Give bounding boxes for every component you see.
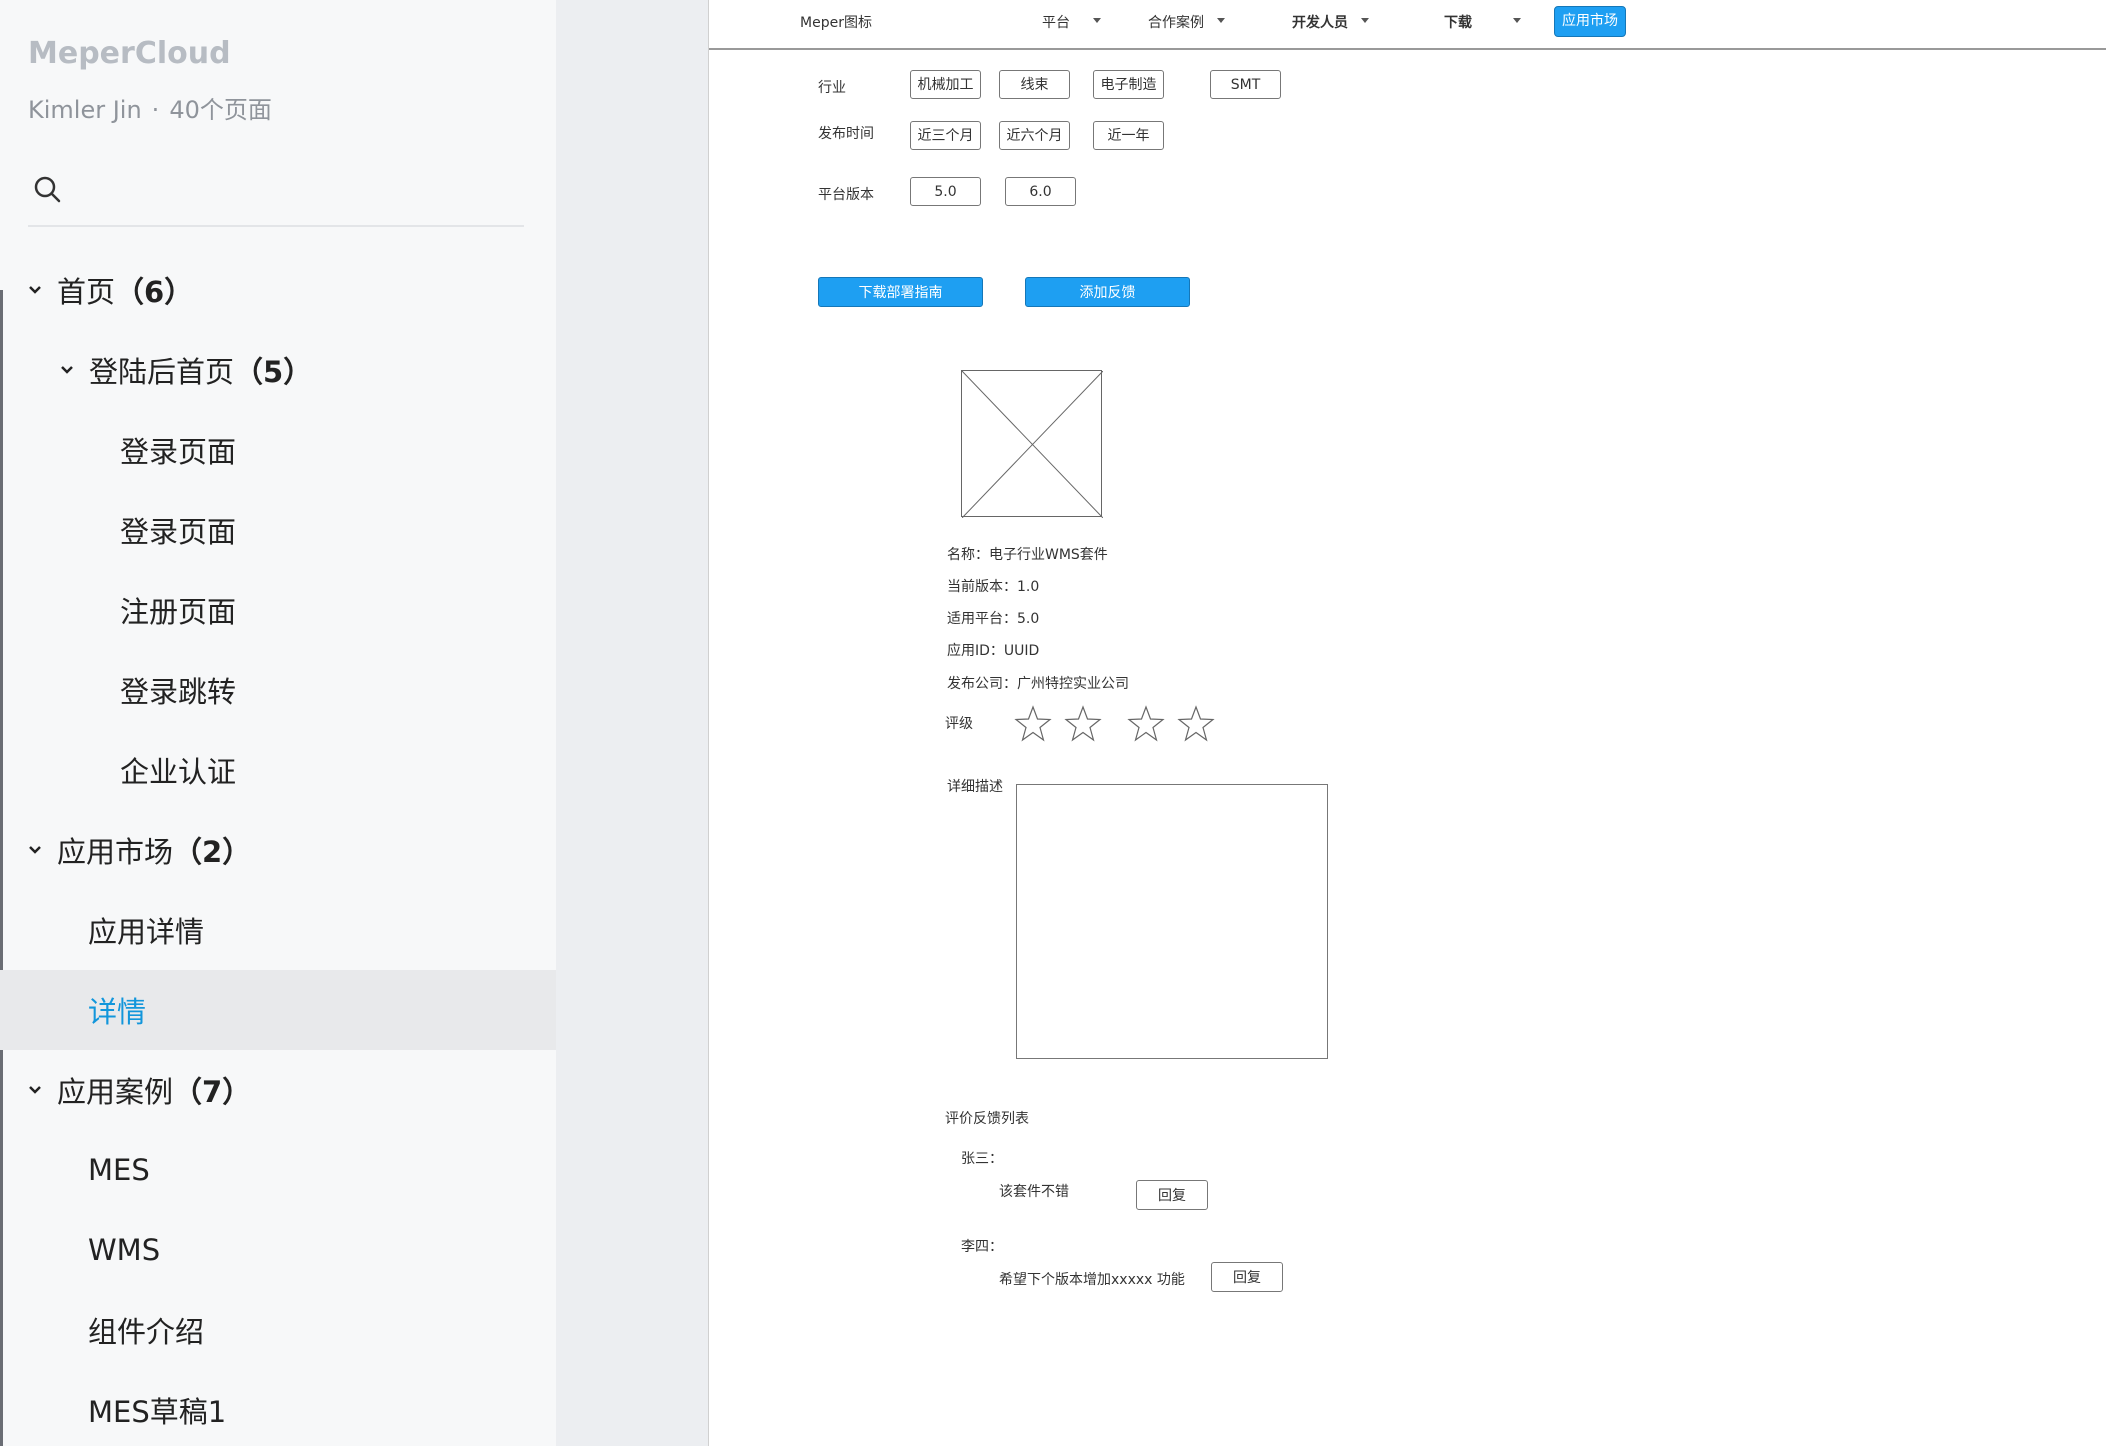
star-icon[interactable] bbox=[1177, 705, 1215, 743]
tree-node-app-cases[interactable]: 应用案例 （7） bbox=[0, 1050, 556, 1130]
nav-app-market-button[interactable]: 应用市场 bbox=[1554, 6, 1626, 37]
reply-button[interactable]: 回复 bbox=[1211, 1262, 1283, 1292]
tree-node-label: 登录页面 bbox=[120, 435, 237, 469]
tree-node-label: 登陆后首页 bbox=[89, 355, 235, 389]
chevron-down-icon[interactable] bbox=[27, 842, 43, 858]
tree-node-label: 首页 bbox=[57, 275, 116, 309]
nav-developers[interactable]: 开发人员 bbox=[1292, 12, 1348, 32]
image-placeholder-icon bbox=[962, 371, 1103, 518]
download-guide-button[interactable]: 下载部署指南 bbox=[818, 277, 983, 307]
tree-node-label: 应用市场 bbox=[57, 835, 174, 869]
feedback-user: 李四： bbox=[961, 1239, 1003, 1255]
tree-node-components[interactable]: 组件介绍 bbox=[0, 1290, 556, 1370]
tree-node-login-page[interactable]: 登录页面 bbox=[0, 410, 556, 490]
filter-chip-time[interactable]: 近六个月 bbox=[999, 121, 1070, 150]
tree-node-label: 组件介绍 bbox=[88, 1315, 205, 1349]
project-meta: Kimler Jin · 40个页面 bbox=[28, 90, 272, 125]
tree-node-mes[interactable]: MES bbox=[0, 1130, 556, 1210]
tree-node-home[interactable]: 首页 （6） bbox=[0, 250, 556, 330]
app-id: 应用ID：UUID bbox=[947, 643, 1040, 659]
app-name: 名称：电子行业WMS套件 bbox=[947, 547, 1108, 563]
feedback-comment: 该套件不错 bbox=[999, 1184, 1069, 1200]
canvas-gutter bbox=[556, 0, 708, 1446]
tree-node-login-page-2[interactable]: 登录页面 bbox=[0, 490, 556, 570]
page-search[interactable] bbox=[28, 168, 524, 227]
add-feedback-button[interactable]: 添加反馈 bbox=[1025, 277, 1190, 307]
reply-button[interactable]: 回复 bbox=[1136, 1180, 1208, 1210]
tree-node-label: MES草稿1 bbox=[88, 1395, 227, 1429]
filter-chip-time[interactable]: 近一年 bbox=[1093, 121, 1164, 150]
filter-chip-time[interactable]: 近三个月 bbox=[910, 121, 981, 150]
description-box bbox=[1016, 784, 1328, 1059]
filter-chip-industry[interactable]: 线束 bbox=[999, 70, 1070, 99]
tree-node-login-redirect[interactable]: 登录跳转 bbox=[0, 650, 556, 730]
nav-cases[interactable]: 合作案例 bbox=[1148, 12, 1204, 32]
tree-node-enterprise-auth[interactable]: 企业认证 bbox=[0, 730, 556, 810]
nav-download[interactable]: 下载 bbox=[1444, 12, 1472, 32]
tree-node-register-page[interactable]: 注册页面 bbox=[0, 570, 556, 650]
app-image-placeholder bbox=[961, 370, 1103, 518]
caret-down-icon[interactable] bbox=[1361, 18, 1369, 23]
tree-node-label: 企业认证 bbox=[120, 755, 237, 789]
tree-node-count: （5） bbox=[234, 355, 313, 389]
publish-time-label: 发布时间 bbox=[818, 126, 874, 142]
tree-node-app-market[interactable]: 应用市场 （2） bbox=[0, 810, 556, 890]
tree-node-detail-active[interactable]: 详情 bbox=[0, 970, 556, 1050]
feedback-comment: 希望下个版本增加xxxxx 功能 bbox=[999, 1272, 1185, 1288]
tree-node-label: 应用详情 bbox=[88, 915, 205, 949]
star-icon[interactable] bbox=[1127, 705, 1165, 743]
tree-node-label: WMS bbox=[88, 1233, 161, 1267]
feedback-list-title: 评价反馈列表 bbox=[945, 1111, 1029, 1127]
chevron-down-icon[interactable] bbox=[27, 282, 43, 298]
page-tree: 首页 （6） 登陆后首页 （5） 登录页面 登录页面 注册页面 登录跳转 企业认证 … bbox=[0, 250, 556, 1446]
tree-node-count: （7） bbox=[173, 1075, 252, 1109]
star-icon[interactable] bbox=[1014, 705, 1052, 743]
app-platform: 适用平台：5.0 bbox=[947, 611, 1040, 627]
description-label: 详细描述 bbox=[947, 779, 1003, 795]
tree-node-label: 登录页面 bbox=[120, 515, 237, 549]
nav-platform[interactable]: 平台 bbox=[1042, 12, 1070, 32]
industry-label: 行业 bbox=[818, 80, 846, 96]
app-version: 当前版本：1.0 bbox=[947, 579, 1040, 595]
top-nav: Meper图标 平台 合作案例 开发人员 下载 应用市场 bbox=[709, 0, 2106, 50]
owner-name: Kimler Jin bbox=[28, 96, 142, 124]
tree-node-label: 详情 bbox=[88, 995, 147, 1029]
tree-node-wms[interactable]: WMS bbox=[0, 1210, 556, 1290]
tree-node-count: （2） bbox=[173, 835, 252, 869]
rating-label: 评级 bbox=[945, 716, 973, 732]
tree-node-count: （6） bbox=[115, 275, 194, 309]
page-count: 40个页面 bbox=[169, 96, 272, 124]
tree-node-mes-draft[interactable]: MES草稿1 bbox=[0, 1370, 556, 1446]
meta-separator: · bbox=[151, 96, 160, 124]
prototype-canvas: Meper图标 平台 合作案例 开发人员 下载 应用市场 行业 机械加工 线束 … bbox=[708, 0, 2106, 1446]
chevron-down-icon[interactable] bbox=[59, 362, 75, 378]
tree-node-home-after-login[interactable]: 登陆后首页 （5） bbox=[0, 330, 556, 410]
caret-down-icon[interactable] bbox=[1093, 18, 1101, 23]
filter-chip-industry[interactable]: 机械加工 bbox=[910, 70, 981, 99]
sidebar: MeperCloud Kimler Jin · 40个页面 首页 （6） 登陆后首页（… bbox=[0, 0, 556, 1446]
project-title: MeperCloud bbox=[28, 36, 231, 71]
feedback-user: 张三： bbox=[961, 1151, 1003, 1167]
caret-down-icon[interactable] bbox=[1217, 18, 1225, 23]
chevron-down-icon[interactable] bbox=[27, 1082, 43, 1098]
tree-node-app-detail[interactable]: 应用详情 bbox=[0, 890, 556, 970]
tree-node-label: 登录跳转 bbox=[120, 675, 237, 709]
caret-down-icon[interactable] bbox=[1513, 18, 1521, 23]
nav-logo[interactable]: Meper图标 bbox=[800, 12, 872, 32]
tree-node-label: 应用案例 bbox=[57, 1075, 174, 1109]
app-publisher: 发布公司：广州特控实业公司 bbox=[947, 676, 1129, 692]
filter-chip-version[interactable]: 6.0 bbox=[1005, 177, 1076, 206]
platform-version-label: 平台版本 bbox=[818, 187, 874, 203]
filter-chip-version[interactable]: 5.0 bbox=[910, 177, 981, 206]
tree-node-label: 注册页面 bbox=[120, 595, 237, 629]
filter-chip-industry[interactable]: 电子制造 bbox=[1093, 70, 1164, 99]
tree-node-label: MES bbox=[88, 1153, 150, 1187]
star-icon[interactable] bbox=[1064, 705, 1102, 743]
filter-chip-industry[interactable]: SMT bbox=[1210, 70, 1281, 99]
